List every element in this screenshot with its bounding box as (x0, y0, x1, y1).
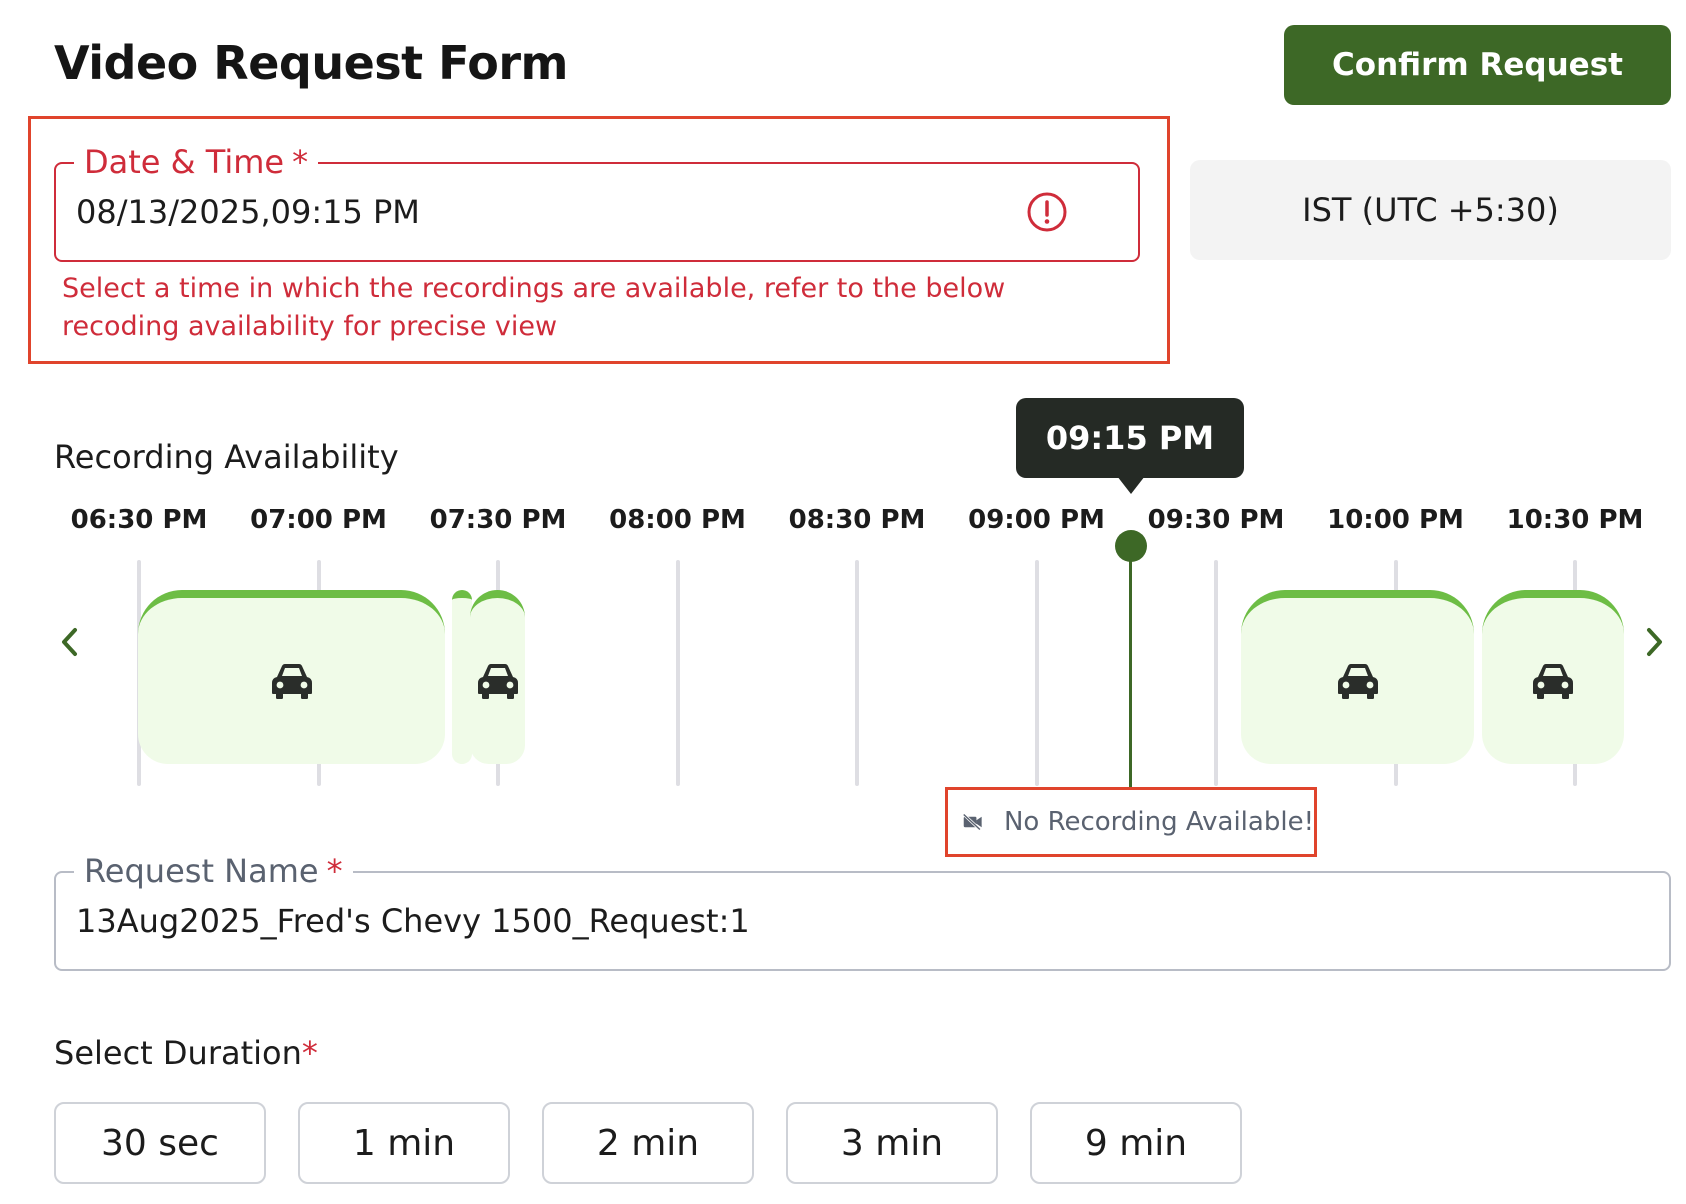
required-mark: * (326, 852, 343, 890)
timeline-tick-label: 09:30 PM (1147, 505, 1285, 535)
recording-segment[interactable] (138, 590, 445, 764)
date-time-error-message: Select a time in which the recordings ar… (62, 273, 1006, 342)
timeline-grid-line (855, 560, 859, 786)
timeline-tick-label: 07:00 PM (250, 505, 387, 535)
date-time-input[interactable]: 08/13/2025,09:15 PM (76, 193, 420, 231)
duration-options: 30 sec 1 min 2 min 3 min 9 min (54, 1102, 1242, 1184)
request-name-input[interactable]: 13Aug2025_Fred's Chevy 1500_Request:1 (76, 902, 750, 940)
duration-option-3-min[interactable]: 3 min (786, 1102, 998, 1184)
timeline-grid-line (1214, 560, 1218, 786)
timeline-tick-label: 07:30 PM (429, 505, 567, 535)
recording-segment[interactable] (452, 590, 472, 764)
recording-segment[interactable] (1241, 590, 1474, 764)
time-cursor-line (1129, 545, 1132, 789)
chevron-left-icon (62, 628, 77, 656)
timeline-tick-label: 10:30 PM (1506, 505, 1644, 535)
timeline-next-button[interactable] (1636, 622, 1672, 662)
duration-option-30-sec[interactable]: 30 sec (54, 1102, 266, 1184)
selected-time-tooltip: 09:15 PM (1016, 398, 1244, 478)
date-time-label: Date & Time * (74, 142, 319, 182)
timeline-tick-label: 09:00 PM (968, 505, 1105, 535)
timeline-tick-label: 10:00 PM (1327, 505, 1464, 535)
confirm-request-button[interactable]: Confirm Request (1284, 25, 1671, 105)
request-name-field[interactable]: Request Name * 13Aug2025_Fred's Chevy 150… (54, 851, 1671, 971)
no-recording-text: No Recording Available! (1003, 807, 1314, 837)
alert-circle-icon (1027, 192, 1067, 232)
car-icon (477, 664, 518, 699)
timeline-tick-label: 08:00 PM (609, 505, 746, 535)
car-icon (1533, 664, 1573, 699)
date-time-field[interactable]: Date & Time * 08/13/2025,09:15 PM (54, 142, 1140, 262)
duration-option-2-min[interactable]: 2 min (542, 1102, 754, 1184)
no-recording-notice: No Recording Available! (945, 787, 1317, 857)
required-mark: * (301, 1034, 318, 1072)
request-name-label: Request Name * (74, 851, 353, 891)
timeline-grid-line (1034, 560, 1039, 786)
timeline-tick-label: 06:30 PM (70, 505, 208, 535)
chevron-right-icon (1647, 628, 1662, 656)
tooltip-pointer (1117, 476, 1145, 494)
recording-segment[interactable] (470, 590, 525, 764)
required-mark: * (292, 143, 309, 181)
duration-label: Select Duration* (54, 1034, 318, 1072)
video-off-icon (962, 813, 982, 831)
duration-option-1-min[interactable]: 1 min (298, 1102, 510, 1184)
timeline-grid-line (675, 560, 680, 786)
car-icon (271, 664, 312, 699)
timezone-display: IST (UTC +5:30) (1190, 160, 1671, 260)
duration-option-9-min[interactable]: 9 min (1030, 1102, 1242, 1184)
recording-availability-title: Recording Availability (54, 438, 399, 476)
recording-segment[interactable] (1482, 590, 1624, 764)
timeline-tick-label: 08:30 PM (788, 505, 926, 535)
time-cursor-handle[interactable] (1115, 530, 1147, 562)
timeline-prev-button[interactable] (52, 622, 88, 662)
car-icon (1337, 664, 1378, 699)
page-title: Video Request Form (54, 36, 568, 90)
